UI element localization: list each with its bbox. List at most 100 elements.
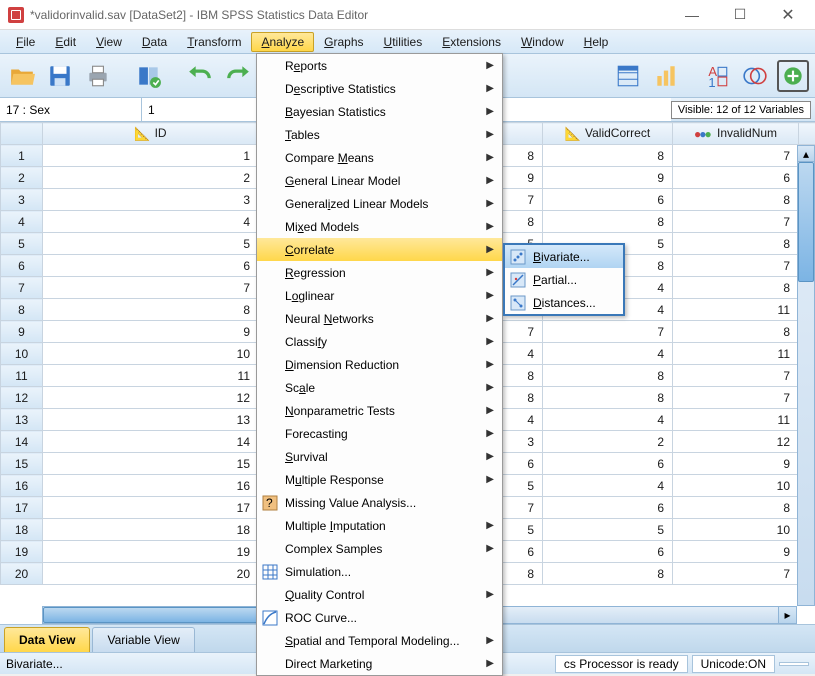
tab-data-view[interactable]: Data View	[4, 627, 90, 652]
row-header[interactable]: 15	[1, 453, 43, 475]
cell[interactable]: 8	[43, 299, 259, 321]
menu-item-forecasting[interactable]: Forecasting▶	[257, 422, 502, 445]
cell[interactable]: 10	[673, 519, 799, 541]
cell[interactable]: 13	[43, 409, 259, 431]
cell[interactable]: 6	[673, 167, 799, 189]
cell[interactable]: 15	[43, 453, 259, 475]
cell[interactable]: 8	[543, 365, 673, 387]
menu-item-spatial-and-temporal-modeling[interactable]: Spatial and Temporal Modeling...▶	[257, 629, 502, 652]
cell[interactable]: 16	[43, 475, 259, 497]
menu-item-complex-samples[interactable]: Complex Samples▶	[257, 537, 502, 560]
recall-dialog-button[interactable]	[133, 60, 165, 92]
sets-button[interactable]	[739, 60, 771, 92]
menu-item-neural-networks[interactable]: Neural Networks▶	[257, 307, 502, 330]
menu-item-scale[interactable]: Scale▶	[257, 376, 502, 399]
row-header[interactable]: 11	[1, 365, 43, 387]
cell[interactable]: 8	[673, 189, 799, 211]
cell[interactable]: 7	[673, 211, 799, 233]
menu-window[interactable]: Window	[511, 32, 574, 52]
cell[interactable]: 8	[673, 233, 799, 255]
chart-button[interactable]	[650, 60, 682, 92]
cell[interactable]: 14	[43, 431, 259, 453]
cell[interactable]: 7	[673, 563, 799, 585]
menu-item-multiple-response[interactable]: Multiple Response▶	[257, 468, 502, 491]
menu-item-tables[interactable]: Tables▶	[257, 123, 502, 146]
row-header[interactable]: 18	[1, 519, 43, 541]
menu-item-missing-value-analysis[interactable]: ?Missing Value Analysis...	[257, 491, 502, 514]
cell[interactable]: 6	[543, 453, 673, 475]
cell[interactable]: 1	[43, 145, 259, 167]
cell[interactable]: 10	[673, 475, 799, 497]
add-button[interactable]	[777, 60, 809, 92]
submenu-item-distances[interactable]: Distances...	[505, 291, 623, 314]
scroll-up-arrow[interactable]: ▴	[798, 146, 814, 162]
menu-utilities[interactable]: Utilities	[374, 32, 433, 52]
menu-view[interactable]: View	[86, 32, 132, 52]
row-header[interactable]: 13	[1, 409, 43, 431]
menu-item-mixed-models[interactable]: Mixed Models▶	[257, 215, 502, 238]
cell[interactable]: 7	[673, 145, 799, 167]
cell[interactable]: 4	[43, 211, 259, 233]
row-header[interactable]: 17	[1, 497, 43, 519]
cell[interactable]: 7	[43, 277, 259, 299]
cell[interactable]: 6	[543, 497, 673, 519]
value-labels-button[interactable]: A1	[701, 60, 733, 92]
cell[interactable]: 10	[43, 343, 259, 365]
tab-variable-view[interactable]: Variable View	[92, 627, 194, 652]
menu-item-dimension-reduction[interactable]: Dimension Reduction▶	[257, 353, 502, 376]
menu-item-regression[interactable]: Regression▶	[257, 261, 502, 284]
vertical-scrollbar[interactable]: ▴	[797, 145, 815, 606]
row-header[interactable]: 14	[1, 431, 43, 453]
save-button[interactable]	[44, 60, 76, 92]
row-header[interactable]: 3	[1, 189, 43, 211]
cell[interactable]: 9	[543, 167, 673, 189]
cell[interactable]: 11	[43, 365, 259, 387]
menu-item-quality-control[interactable]: Quality Control▶	[257, 583, 502, 606]
cell[interactable]: 17	[43, 497, 259, 519]
cell[interactable]: 8	[543, 387, 673, 409]
cell[interactable]: 7	[543, 321, 673, 343]
row-header[interactable]: 1	[1, 145, 43, 167]
cell[interactable]: 12	[43, 387, 259, 409]
cell[interactable]: 4	[543, 343, 673, 365]
cell[interactable]: 8	[543, 563, 673, 585]
cell[interactable]: 3	[43, 189, 259, 211]
menu-item-simulation[interactable]: Simulation...	[257, 560, 502, 583]
menu-edit[interactable]: Edit	[45, 32, 86, 52]
row-header[interactable]: 9	[1, 321, 43, 343]
menu-item-multiple-imputation[interactable]: Multiple Imputation▶	[257, 514, 502, 537]
menu-item-compare-means[interactable]: Compare Means▶	[257, 146, 502, 169]
cell[interactable]: 6	[43, 255, 259, 277]
menu-item-generalized-linear-models[interactable]: Generalized Linear Models▶	[257, 192, 502, 215]
row-header[interactable]: 19	[1, 541, 43, 563]
row-header[interactable]: 20	[1, 563, 43, 585]
col-header-blank[interactable]	[799, 123, 815, 145]
menu-item-nonparametric-tests[interactable]: Nonparametric Tests▶	[257, 399, 502, 422]
cell[interactable]: 6	[543, 189, 673, 211]
cell[interactable]: 7	[673, 255, 799, 277]
cell[interactable]: 6	[543, 541, 673, 563]
maximize-button[interactable]: ☐	[725, 5, 755, 25]
cell[interactable]: 2	[43, 167, 259, 189]
menu-item-correlate[interactable]: Correlate▶	[257, 238, 502, 261]
menu-graphs[interactable]: Graphs	[314, 32, 373, 52]
menu-item-general-linear-model[interactable]: General Linear Model▶	[257, 169, 502, 192]
row-header[interactable]: 12	[1, 387, 43, 409]
cell[interactable]: 11	[673, 409, 799, 431]
cell[interactable]: 9	[673, 541, 799, 563]
cell[interactable]: 4	[543, 475, 673, 497]
grid-view-button[interactable]	[612, 60, 644, 92]
menu-help[interactable]: Help	[574, 32, 619, 52]
cell[interactable]: 19	[43, 541, 259, 563]
cell[interactable]: 18	[43, 519, 259, 541]
row-header[interactable]: 2	[1, 167, 43, 189]
undo-button[interactable]	[184, 60, 216, 92]
menu-analyze[interactable]: Analyze	[251, 32, 314, 52]
menu-transform[interactable]: Transform	[177, 32, 251, 52]
redo-button[interactable]	[222, 60, 254, 92]
cell[interactable]: 8	[673, 497, 799, 519]
cell[interactable]: 12	[673, 431, 799, 453]
cell[interactable]: 8	[543, 211, 673, 233]
menu-item-bayesian-statistics[interactable]: Bayesian Statistics▶	[257, 100, 502, 123]
cell[interactable]: 5	[43, 233, 259, 255]
